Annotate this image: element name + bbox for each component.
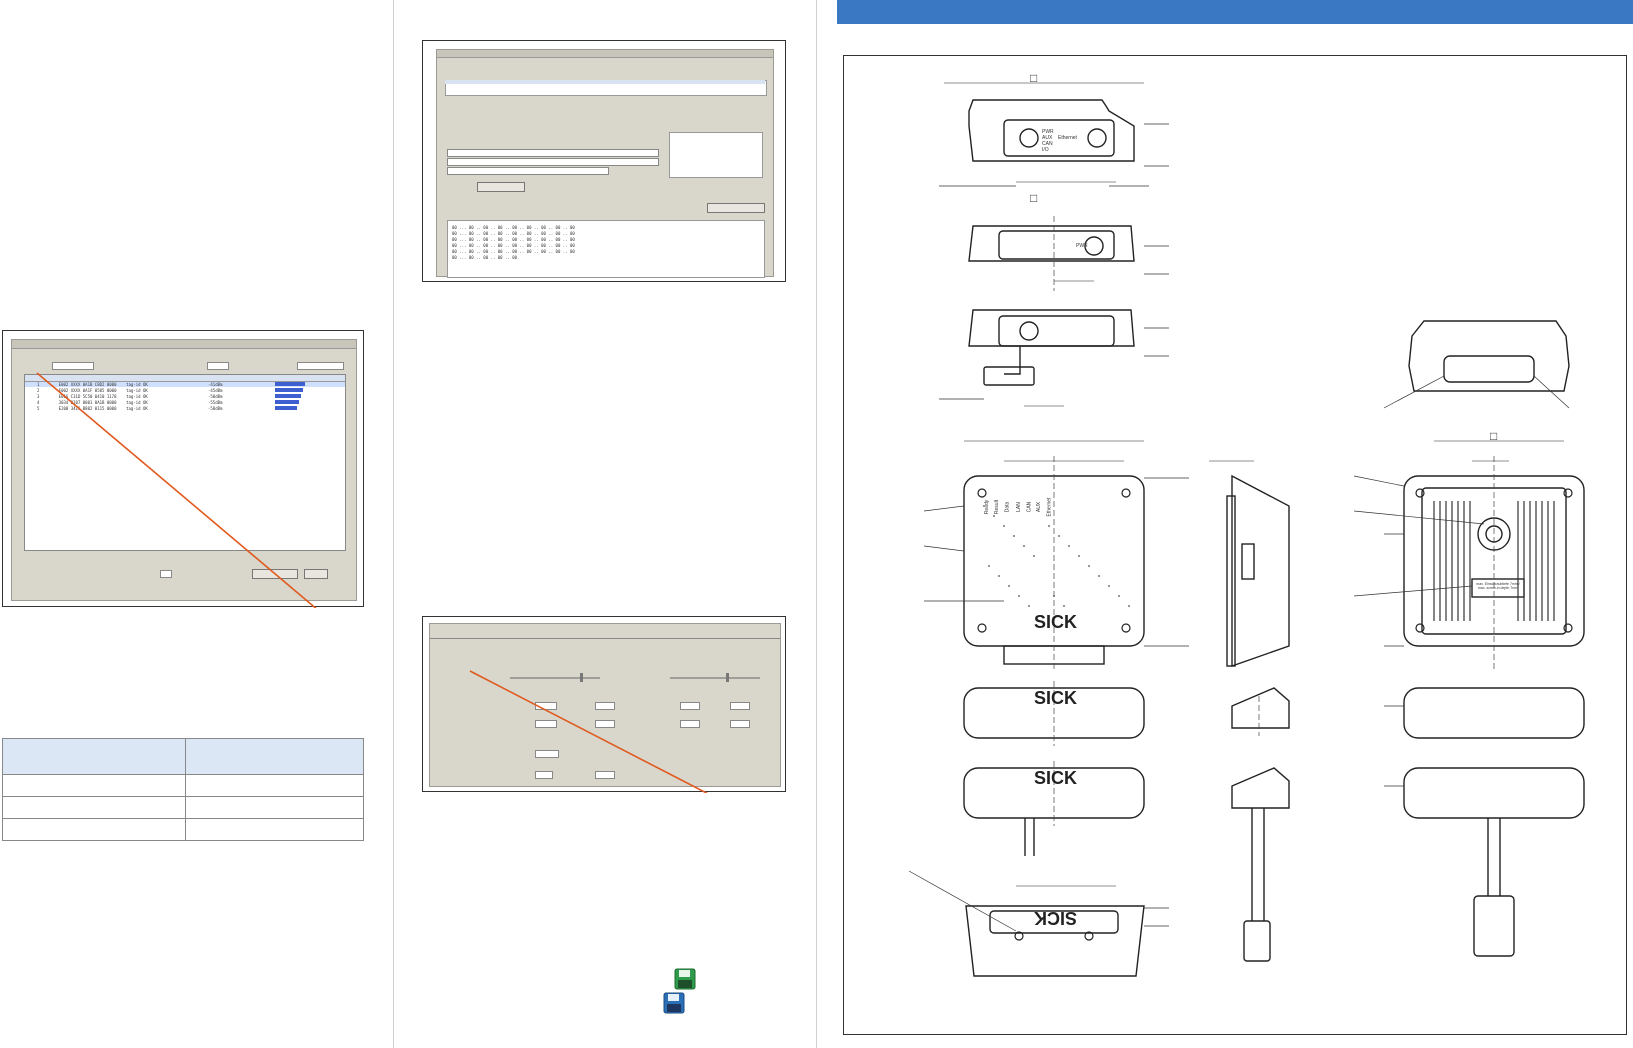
led-label: AUX <box>1036 501 1043 513</box>
led-label: Ready <box>984 499 991 515</box>
dimension-symbol: □ <box>1030 71 1038 85</box>
spec-table-cell <box>2 796 186 819</box>
memory-field-2[interactable] <box>447 158 659 166</box>
spec-table-cell <box>2 774 186 797</box>
spec-table-cell <box>185 774 364 797</box>
dimension-symbol: □ <box>1030 191 1038 205</box>
screenshot-antenna-settings <box>422 616 786 793</box>
screenshot-tag-list: 1 E002 XXXX 0A1B C8D2 0000 tag-id OK -41… <box>2 330 364 608</box>
led-label: Result <box>994 499 1001 515</box>
connector-label: Ethernet <box>1058 135 1077 141</box>
memory-field-1[interactable] <box>447 149 659 157</box>
spec-table-cell <box>185 796 364 819</box>
dimension-symbol: □ <box>1490 429 1498 443</box>
sick-logo: SICK <box>1034 768 1078 788</box>
led-label: Ethernet <box>1046 497 1053 517</box>
editor-button-2[interactable] <box>707 203 765 213</box>
led-label: Data <box>1004 501 1011 513</box>
sick-logo: SICK <box>1034 612 1078 632</box>
callout-line-antenna <box>469 670 709 793</box>
callout-line-tag-list <box>36 372 317 608</box>
spec-table-header-1 <box>2 738 186 775</box>
connector-label: I/O <box>1042 147 1049 153</box>
column-divider-middle <box>816 0 817 1048</box>
column-divider-left <box>393 0 394 1048</box>
led-label: LAN <box>1015 502 1022 512</box>
editor-button-1[interactable] <box>477 182 525 192</box>
tag-editor-window: 00 ... 00 .. 00 .. 00 .. 00 .. 00 .. 00 … <box>436 49 774 278</box>
memory-field-3[interactable] <box>447 167 609 175</box>
section-header-bar <box>837 0 1633 24</box>
floppy-disk-icon <box>674 968 696 990</box>
spec-table-header-2 <box>185 738 364 775</box>
hex-dump-area: 00 ... 00 .. 00 .. 00 .. 00 .. 00 .. 00 … <box>447 220 765 278</box>
floppy-disk-icon <box>663 992 685 1014</box>
sick-logo: SICK <box>1034 688 1078 708</box>
sick-logo: SICK <box>1034 908 1078 928</box>
screenshot-tag-editor: 00 ... 00 .. 00 .. 00 .. 00 .. 00 .. 00 … <box>422 40 786 282</box>
connector-label: PWR <box>1076 243 1088 249</box>
spec-table-cell <box>2 818 186 841</box>
led-label: CAN <box>1026 501 1033 513</box>
tag-info-panel <box>669 132 763 178</box>
back-screw-label: max. Einschraubtiefe 7mm / max. screw-in… <box>1476 582 1520 590</box>
spec-table <box>2 738 364 841</box>
device-views <box>908 82 1585 977</box>
spec-table-cell <box>185 818 364 841</box>
dimension-drawing: □ □ □ PWR AUX CAN I/O Ethernet PWR Ready… <box>843 55 1627 1035</box>
